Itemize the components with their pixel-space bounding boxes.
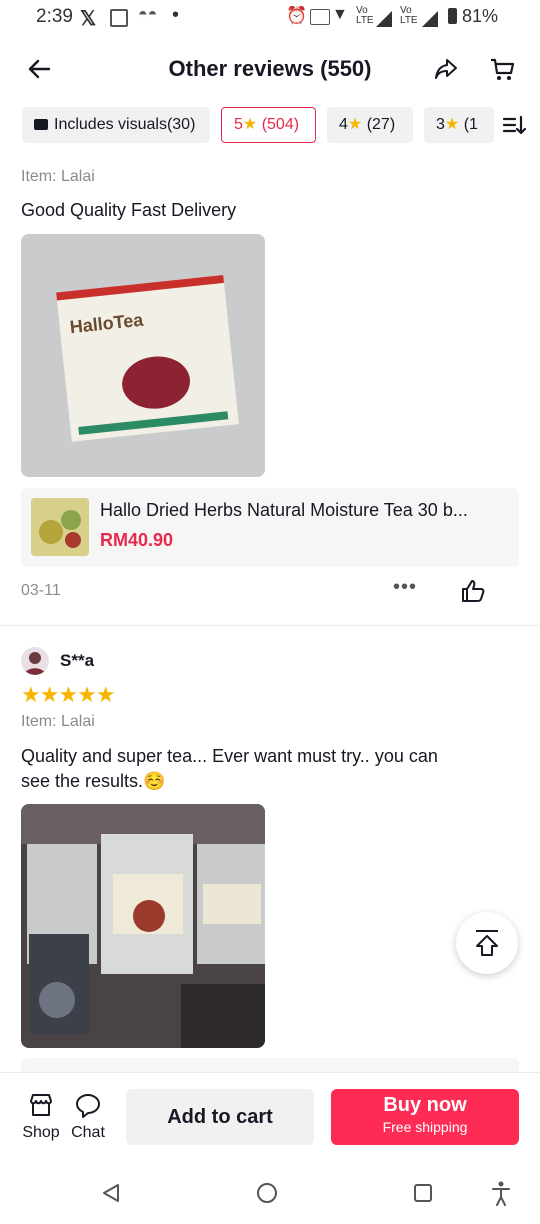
- system-nav-bar: [0, 1164, 540, 1224]
- add-to-cart-button[interactable]: Add to cart: [126, 1089, 314, 1145]
- chat-bubble-icon: [76, 1094, 100, 1118]
- filter-includes-visuals[interactable]: Includes visuals(30): [22, 107, 210, 143]
- product-card[interactable]: Hallo Dried Herbs Natural Moisture Tea 3…: [21, 488, 519, 567]
- status-bar: 2:39 𝕏 ◓◓ • ⏰ ▼ Vo LTE Vo LTE 81%: [0, 0, 540, 34]
- nav-home-icon[interactable]: [256, 1182, 278, 1204]
- product-card-partial: [21, 1058, 519, 1072]
- product-price: RM40.90: [100, 530, 174, 550]
- header: Other reviews (550): [0, 44, 540, 94]
- filter-3-star[interactable]: 3★ (1: [424, 107, 494, 143]
- filter-5-star[interactable]: 5★ (504): [221, 107, 316, 143]
- shop-label: Shop: [22, 1124, 60, 1141]
- tea-packages-photo: [21, 804, 265, 1048]
- alarm-icon: ⏰: [286, 6, 308, 25]
- wifi-icon: ▼: [332, 6, 348, 23]
- x-app-icon: 𝕏: [80, 8, 97, 30]
- sort-icon: [502, 115, 527, 135]
- avatar[interactable]: [21, 647, 49, 675]
- review-filter-bar: Includes visuals(30) 5★ (504) 4★ (27) 3★…: [0, 107, 540, 147]
- filter-5-num: 5: [234, 116, 243, 133]
- free-shipping-label: Free shipping: [382, 1119, 468, 1135]
- auto-brightness-icon: [310, 9, 330, 25]
- share-icon: [435, 59, 457, 79]
- bottom-action-bar: Shop Chat Add to cart Buy now Free shipp…: [0, 1072, 540, 1165]
- review-item-variant: Item: Lalai: [21, 713, 95, 730]
- filter-4-num: 4: [339, 116, 348, 133]
- filter-3-num: 3: [436, 116, 445, 133]
- status-time: 2:39: [36, 6, 73, 27]
- sort-button[interactable]: [496, 107, 532, 143]
- incognito-icon: ◓◓: [138, 6, 158, 23]
- review-photo[interactable]: HalloTea: [21, 234, 265, 477]
- review-text: Good Quality Fast Delivery: [21, 200, 237, 220]
- filter-4-count: (27): [366, 116, 396, 133]
- review-photo[interactable]: [21, 804, 265, 1048]
- review-text-line-2: see the results.☺️: [21, 771, 166, 791]
- filter-5-count: (504): [261, 116, 300, 133]
- thumbs-up-icon: [462, 580, 485, 602]
- review-text-line-1: Quality and super tea... Ever want must …: [21, 746, 438, 766]
- product-thumbnail: [31, 498, 89, 556]
- battery-level: 81%: [462, 6, 499, 26]
- more-options-icon[interactable]: •••: [393, 576, 417, 599]
- filter-visuals-label: Includes visuals(30): [54, 116, 196, 133]
- cart-icon: [491, 58, 515, 80]
- rating-stars: ★★★★★: [21, 682, 116, 707]
- share-button[interactable]: [428, 51, 464, 87]
- store-icon: [30, 1094, 52, 1116]
- cart-button[interactable]: [484, 51, 520, 87]
- reviewer-name[interactable]: S**a: [60, 651, 94, 671]
- nav-back-icon[interactable]: [100, 1182, 122, 1204]
- signal-2-icon: [422, 8, 438, 29]
- nav-recents-icon[interactable]: [412, 1182, 434, 1204]
- volte-icon: Vo LTE: [356, 5, 374, 26]
- volte-2-icon: Vo LTE: [400, 5, 418, 26]
- chat-button[interactable]: Chat: [68, 1091, 108, 1151]
- review-item-variant: Item: Lalai: [21, 168, 95, 185]
- star-icon: ★: [347, 116, 363, 133]
- star-icon: ★: [444, 116, 460, 133]
- notification-dot-icon: •: [172, 4, 180, 26]
- review-date: 03-11: [21, 582, 61, 599]
- tea-package-photo: HalloTea: [21, 234, 265, 477]
- chat-label: Chat: [71, 1124, 105, 1141]
- gallery-icon: [110, 9, 128, 27]
- like-button[interactable]: [460, 578, 486, 609]
- product-name: Hallo Dried Herbs Natural Moisture Tea 3…: [100, 500, 468, 520]
- filter-3-count: (1: [463, 116, 478, 133]
- accessibility-icon[interactable]: [490, 1180, 512, 1206]
- review-divider: [0, 625, 540, 626]
- battery-icon: [448, 8, 457, 24]
- buy-now-button[interactable]: Buy now Free shipping: [331, 1089, 519, 1145]
- filter-4-star[interactable]: 4★ (27): [327, 107, 413, 143]
- buy-now-label: Buy now: [383, 1094, 467, 1116]
- scroll-to-top-button[interactable]: [456, 912, 518, 974]
- star-icon: ★: [242, 116, 258, 133]
- shop-button[interactable]: Shop: [20, 1091, 62, 1151]
- signal-1-icon: [376, 8, 392, 29]
- arrow-up-to-top-icon: [476, 930, 498, 956]
- camera-icon: [34, 119, 48, 130]
